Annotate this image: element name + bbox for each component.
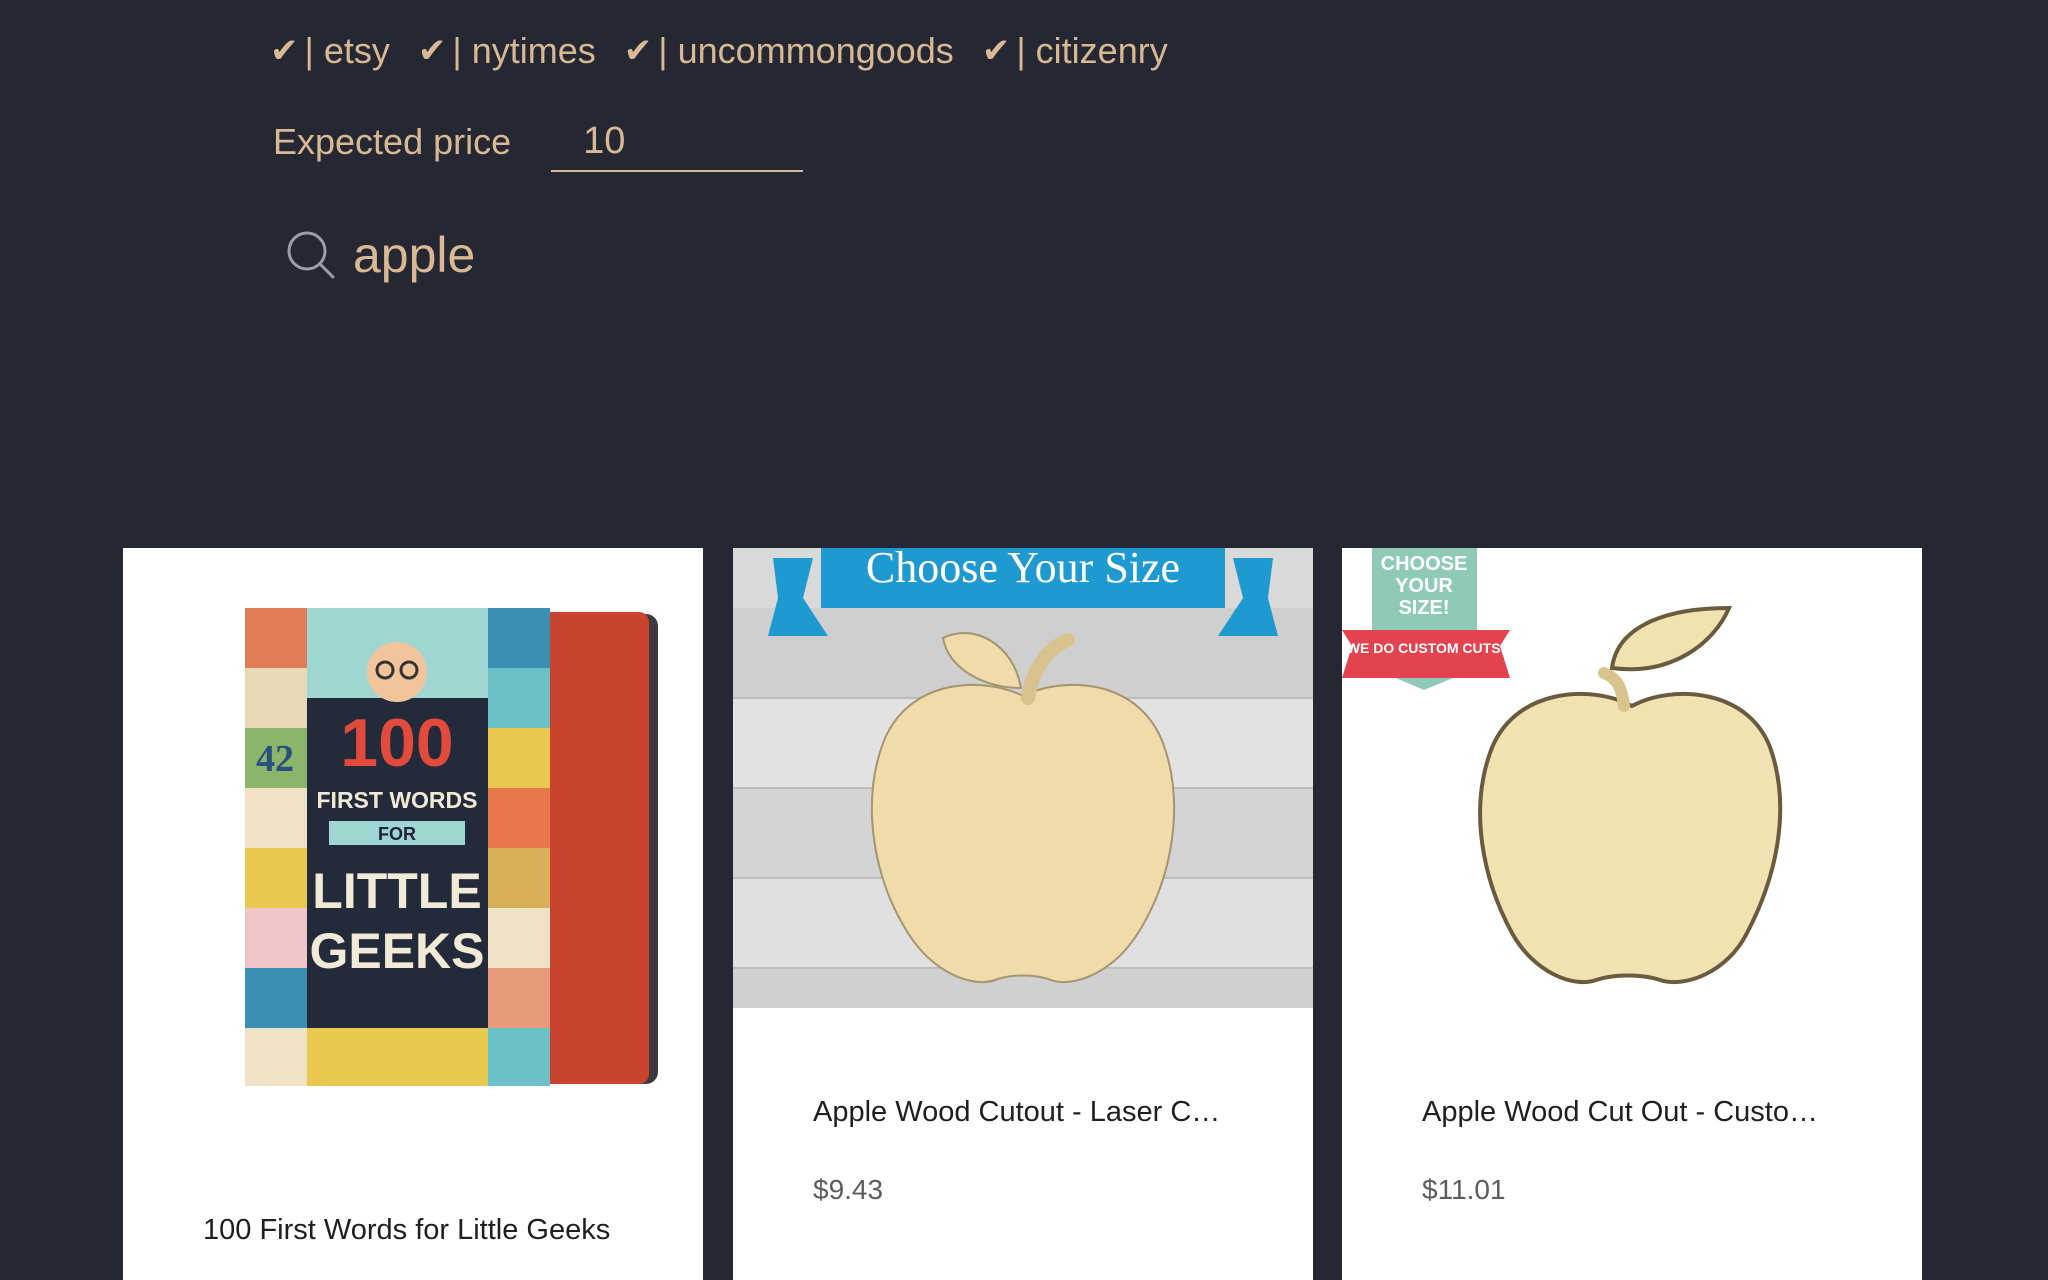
check-icon: ✔: [623, 32, 653, 70]
separator: |: [1016, 30, 1026, 71]
expected-price-input[interactable]: [551, 112, 804, 172]
product-price: $11.01: [1422, 1174, 1506, 1205]
book-cover-line: LITTLE: [312, 863, 481, 919]
check-icon: ✔: [981, 32, 1011, 70]
book-tile-number: 42: [256, 738, 294, 780]
book-cover-line: FIRST WORDS: [317, 787, 478, 813]
book-cover-line: FOR: [378, 824, 416, 844]
book-cover-line: GEEKS: [309, 923, 484, 979]
product-title[interactable]: Apple Wood Cutout - Laser C…: [813, 1096, 1253, 1129]
source-toggle-etsy[interactable]: ✔ | etsy: [270, 30, 390, 72]
product-grid: 42 100 FIRST WORDS FOR LITTLE GEEKS 100 …: [0, 548, 2048, 1280]
product-title[interactable]: Apple Wood Cut Out - Custo…: [1422, 1096, 1862, 1129]
search-input[interactable]: [353, 220, 1053, 290]
separator: |: [658, 30, 668, 71]
banner-text: Choose Your Size: [866, 548, 1180, 592]
badge-text: SIZE!: [1398, 597, 1449, 619]
check-icon: ✔: [417, 32, 447, 70]
source-filters: ✔ | etsy ✔ | nytimes ✔ | uncommongoods ✔…: [270, 30, 1168, 72]
search-bar: [285, 220, 1053, 290]
source-toggle-citizenry[interactable]: ✔ | citizenry: [982, 30, 1168, 72]
product-image: Choose Your Size: [733, 548, 1313, 1008]
source-label: citizenry: [1035, 30, 1168, 71]
product-title[interactable]: 100 First Words for Little Geeks: [203, 1214, 643, 1247]
product-card[interactable]: Choose Your Size Apple Wood Cutout - Las…: [733, 548, 1313, 1280]
book-cover-number: 100: [340, 705, 453, 781]
search-icon[interactable]: [285, 229, 337, 281]
badge-text: CHOOSE: [1381, 553, 1468, 575]
badge-ribbon-text: WE DO CUSTOM CUTS!: [1347, 640, 1505, 656]
source-toggle-nytimes[interactable]: ✔ | nytimes: [418, 30, 596, 72]
expected-price-row: Expected price: [273, 112, 804, 172]
page: ✔ | etsy ✔ | nytimes ✔ | uncommongoods ✔…: [0, 0, 2048, 1280]
check-icon: ✔: [270, 32, 299, 70]
separator: |: [452, 30, 462, 71]
source-toggle-uncommongoods[interactable]: ✔ | uncommongoods: [624, 30, 954, 72]
product-image: 42 100 FIRST WORDS FOR LITTLE GEEKS: [245, 608, 658, 1086]
source-label: etsy: [323, 30, 390, 71]
source-label: nytimes: [471, 30, 596, 71]
badge-text: YOUR: [1395, 575, 1453, 597]
expected-price-label: Expected price: [273, 121, 512, 162]
product-image: CHOOSE YOUR SIZE! WE DO CUSTOM CUTS!: [1342, 548, 1922, 1008]
product-card[interactable]: 42 100 FIRST WORDS FOR LITTLE GEEKS 100 …: [123, 548, 703, 1280]
separator: |: [304, 30, 314, 71]
source-label: uncommongoods: [677, 30, 954, 71]
product-card[interactable]: CHOOSE YOUR SIZE! WE DO CUSTOM CUTS! App…: [1342, 548, 1922, 1280]
product-price: $9.43: [813, 1174, 884, 1205]
